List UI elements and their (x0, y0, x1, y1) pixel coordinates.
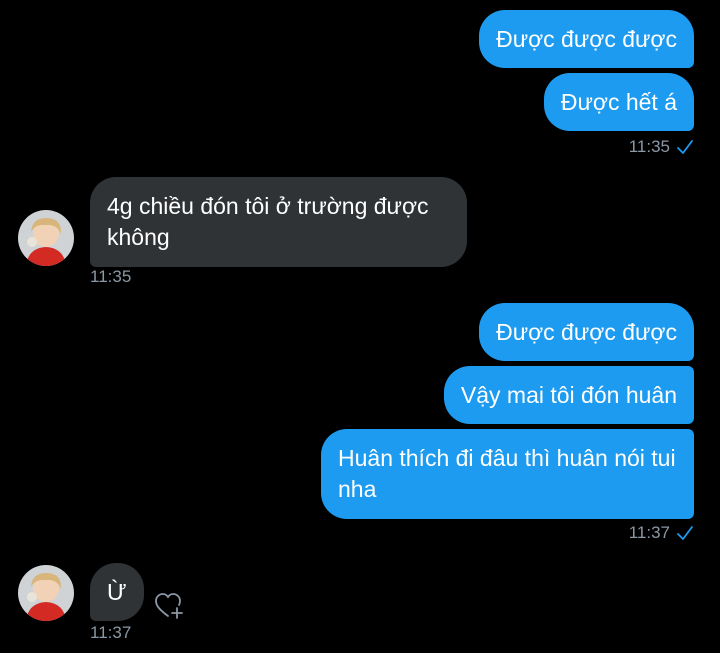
sent-message[interactable]: Huân thích đi đâu thì huân nói tui nha (321, 429, 694, 519)
sent-message[interactable]: Được được được (479, 303, 694, 361)
message-meta: 11:35 (90, 267, 131, 287)
message-text: Huân thích đi đâu thì huân nói tui nha (338, 445, 676, 502)
sent-message[interactable]: Được được được (479, 10, 694, 68)
sent-message[interactable]: Vậy mai tôi đón huân (443, 366, 694, 424)
timestamp: 11:35 (628, 137, 670, 156)
timestamp: 11:37 (90, 623, 132, 642)
message-meta: 11:37 (90, 623, 131, 643)
user-avatar[interactable] (18, 565, 74, 621)
message-text: Được được được (496, 318, 677, 345)
message-meta: 11:35 (629, 137, 694, 157)
checkmark-icon (677, 140, 693, 154)
heart-plus-icon[interactable] (154, 592, 186, 620)
message-meta: 11:37 (629, 523, 694, 543)
message-text: 4g chiều đón tôi ở trường được không (107, 193, 429, 250)
timestamp: 11:35 (90, 267, 132, 286)
sent-message[interactable]: Được hết á (543, 73, 694, 131)
received-message[interactable]: Ừ (90, 563, 144, 621)
message-text: Ừ (107, 578, 127, 605)
user-avatar[interactable] (18, 210, 74, 266)
timestamp: 11:37 (628, 523, 670, 542)
message-text: Vậy mai tôi đón huân (460, 381, 677, 408)
message-text: Được hết á (560, 88, 677, 115)
received-message[interactable]: 4g chiều đón tôi ở trường được không (90, 177, 467, 267)
message-text: Được được được (496, 25, 677, 52)
checkmark-icon (677, 526, 693, 540)
